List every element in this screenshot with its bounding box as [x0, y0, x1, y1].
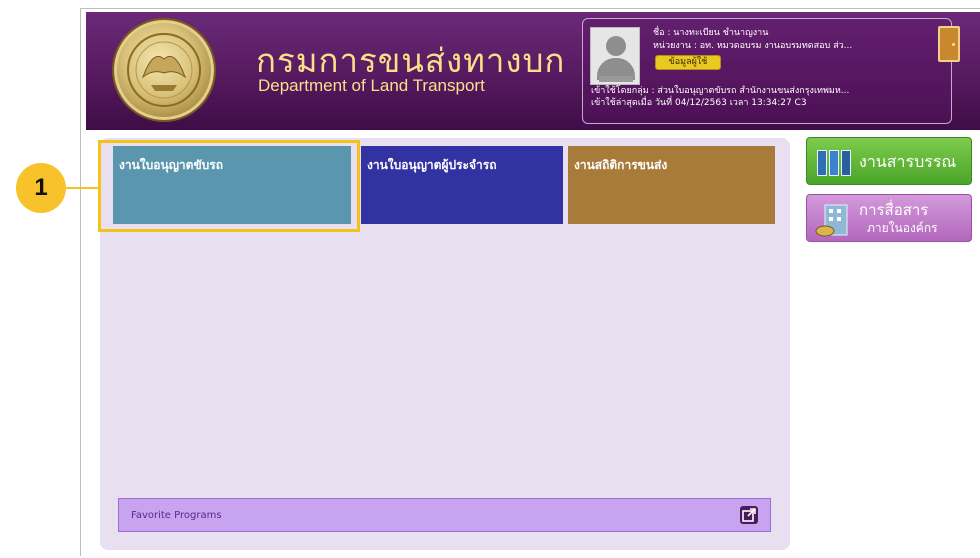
internal-communication-button[interactable]: การสื่อสาร ภายในองค์กร — [806, 194, 972, 242]
user-info-panel: ชื่อ : นางทะเบียน ชำนาญงาน หน่วยงาน : อท… — [582, 18, 952, 124]
user-avatar-icon — [590, 27, 640, 85]
user-info-button[interactable]: ข้อมูลผู้ใช้ — [655, 55, 721, 70]
user-unit-label: หน่วยงาน : — [653, 41, 700, 51]
tile-transport-statistics[interactable]: งานสถิติการขนส่ง — [568, 146, 775, 224]
department-seal-icon — [114, 20, 214, 120]
user-unit-value: อท. หมวดอบรม งานอบรมทดสอบ ส่ว... — [699, 41, 853, 51]
highlight-box — [98, 140, 360, 232]
title-english: Department of Land Transport — [258, 76, 485, 95]
document-management-button[interactable]: งานสารบรรณ — [806, 137, 972, 185]
door-exit-icon[interactable] — [938, 26, 960, 62]
user-unit-line: หน่วยงาน : อท. หมวดอบรม งานอบรมทดสอบ ส่ว… — [653, 38, 852, 52]
callout-number: 1 — [16, 163, 66, 213]
favorite-programs-label: Favorite Programs — [131, 510, 222, 521]
user-name-line: ชื่อ : นางทะเบียน ชำนาญงาน — [653, 25, 768, 39]
last-login-line: เข้าใช้ล่าสุดเมื่อ วันที่ 04/12/2563 เวล… — [591, 98, 807, 108]
document-management-label: งานสารบรรณ — [859, 154, 957, 171]
binders-icon — [817, 150, 853, 176]
user-name-value: นางทะเบียน ชำนาญงาน — [673, 28, 769, 38]
header-banner: กรมการขนส่งทางบก Department of Land Tran… — [86, 12, 980, 130]
tile-vehicle-operator-license[interactable]: งานใบอนุญาตผู้ประจำรถ — [361, 146, 563, 224]
user-name-label: ชื่อ : — [653, 28, 674, 38]
building-icon — [815, 201, 855, 237]
open-external-icon[interactable] — [740, 506, 758, 524]
callout-connector — [66, 187, 99, 189]
favorite-programs-bar: Favorite Programs — [118, 498, 771, 532]
internal-communication-sublabel: ภายในองค์กร — [867, 221, 938, 235]
